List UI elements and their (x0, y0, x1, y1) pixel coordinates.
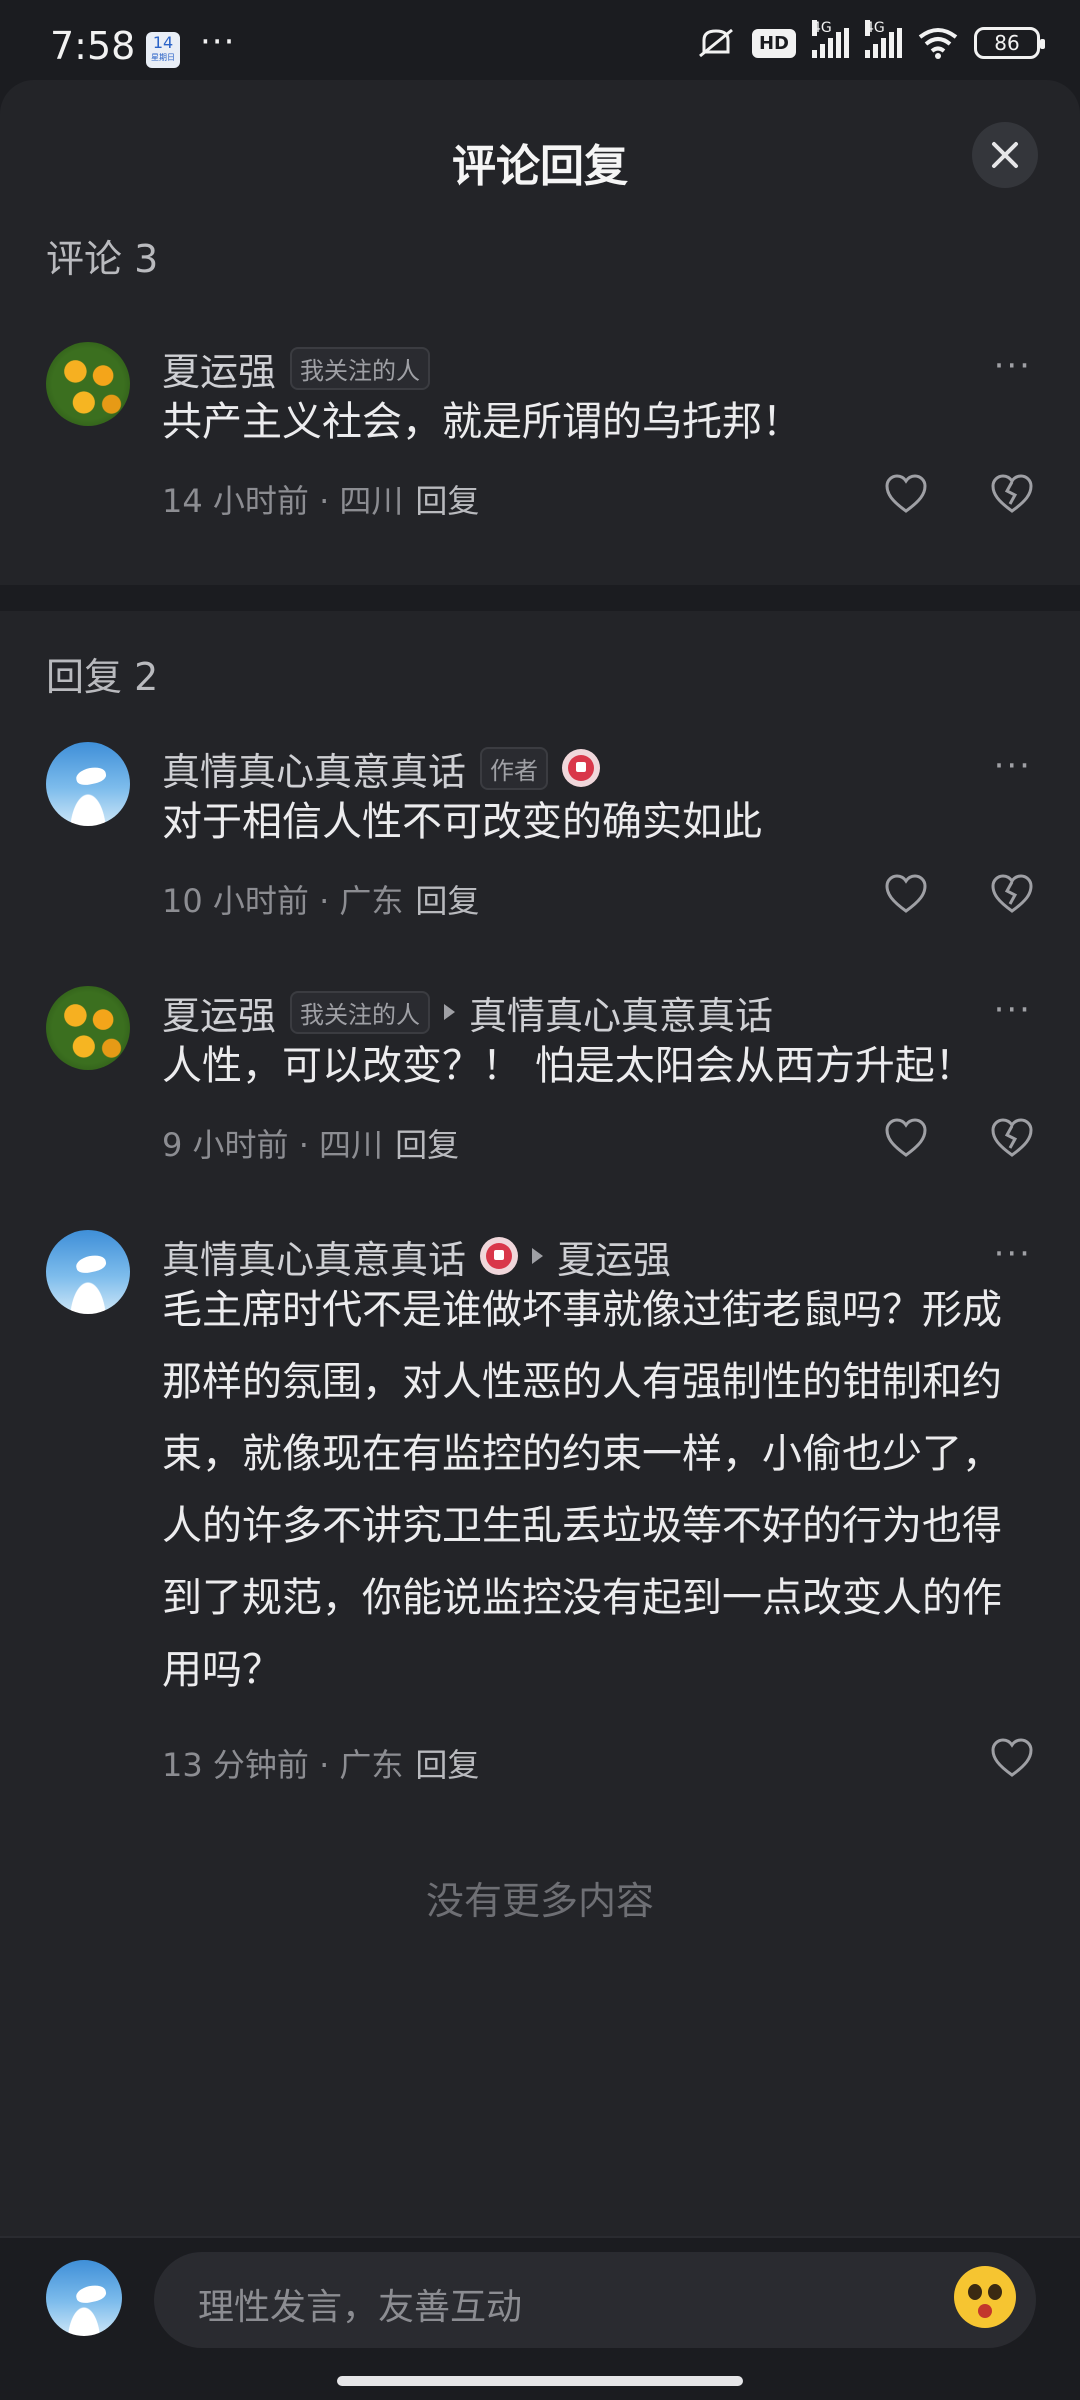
comment-reply-sheet: 评论回复 评论 3 夏运强 我关注的人 ··· 共产主义社会，就是所谓的乌托邦！… (0, 80, 1080, 2400)
comment-input[interactable]: 理性发言，友善互动 (154, 2252, 1036, 2348)
status-time: 7:58 (50, 24, 136, 68)
status-bar: 7:58 14 星期日 ··· HD 4G 4G 86 (0, 0, 1080, 80)
dislike-button[interactable] (988, 470, 1036, 518)
reply-text: 对于相信人性不可改变的确实如此 (162, 799, 762, 845)
hd-icon: HD (751, 28, 796, 58)
heart-icon (885, 874, 927, 913)
comment-input-bar: 理性发言，友善互动 (0, 2236, 1080, 2400)
input-placeholder: 理性发言，友善互动 (198, 2287, 523, 2328)
battery-icon: 86 (974, 27, 1045, 59)
avatar[interactable] (46, 342, 130, 426)
reply-meta: 9 小时前 · 四川 回复 (162, 1126, 460, 1164)
avatar[interactable] (46, 742, 130, 826)
like-badge-icon (562, 749, 601, 787)
close-button[interactable] (972, 122, 1038, 188)
more-options-icon[interactable]: ··· (994, 346, 1032, 386)
more-options-icon[interactable]: ··· (994, 990, 1032, 1030)
reply-to-arrow-icon (532, 1248, 544, 1264)
status-icons: HD 4G 4G 86 (696, 20, 1045, 60)
close-icon (992, 142, 1018, 168)
like-badge-icon (480, 1237, 519, 1275)
broken-heart-icon (991, 1118, 1033, 1157)
reply-meta: 13 分钟前 · 广东 回复 (162, 1746, 480, 1784)
like-button[interactable] (882, 470, 930, 518)
heart-icon (991, 1738, 1033, 1777)
replies-count-label: 回复 2 (46, 655, 159, 699)
comment-actions (882, 470, 1036, 518)
sheet-title: 评论回复 (452, 141, 628, 192)
following-tag: 我关注的人 (290, 346, 431, 390)
author-tag: 作者 (480, 746, 549, 790)
comments-count-label: 评论 3 (46, 237, 159, 281)
reply-to-arrow-icon (444, 1004, 456, 1020)
like-button[interactable] (882, 870, 930, 918)
reply-meta: 10 小时前 · 广东 回复 (162, 882, 480, 920)
reply-actions (882, 1114, 1036, 1162)
avatar[interactable] (46, 1230, 130, 1314)
my-avatar[interactable] (46, 2260, 122, 2336)
reply-button[interactable]: 回复 (415, 482, 479, 520)
wifi-icon (918, 28, 958, 59)
avatar[interactable] (46, 986, 130, 1070)
mute-icon (699, 28, 733, 58)
signal-icon-1: 4G (812, 20, 849, 58)
reply-button[interactable]: 回复 (415, 882, 479, 920)
comment-text: 共产主义社会，就是所谓的乌托邦！ (162, 399, 802, 445)
broken-heart-icon (991, 874, 1033, 913)
reply-text: 人性，可以改变？！ 怕是太阳会从西方升起！ (162, 1043, 975, 1089)
following-tag: 我关注的人 (290, 990, 431, 1034)
dislike-button[interactable] (988, 870, 1036, 918)
heart-icon (885, 474, 927, 513)
emoji-icon[interactable] (954, 2266, 1016, 2328)
reply-button[interactable]: 回复 (395, 1126, 459, 1164)
calendar-icon: 14 星期日 (146, 32, 180, 68)
dislike-button[interactable] (988, 1114, 1036, 1162)
more-notifications-icon: ··· (200, 22, 236, 62)
reply-actions (882, 870, 1036, 918)
like-button[interactable] (882, 1114, 930, 1162)
no-more-content: 没有更多内容 (425, 1879, 654, 1923)
comment-meta: 14 小时前 · 四川 回复 (162, 482, 480, 520)
like-button[interactable] (988, 1734, 1036, 1782)
signal-icon-2: 4G (865, 20, 902, 58)
reply-actions (988, 1734, 1036, 1782)
broken-heart-icon (991, 474, 1033, 513)
section-divider (0, 585, 1080, 611)
reply-button[interactable]: 回复 (415, 1746, 479, 1784)
reply-text: 毛主席时代不是谁做坏事就像过街老鼠吗？形成那样的氛围，对人性恶的人有强制性的钳制… (162, 1287, 1002, 1693)
home-indicator[interactable] (337, 2376, 743, 2386)
more-options-icon[interactable]: ··· (994, 746, 1032, 786)
more-options-icon[interactable]: ··· (994, 1234, 1032, 1274)
heart-icon (885, 1118, 927, 1157)
